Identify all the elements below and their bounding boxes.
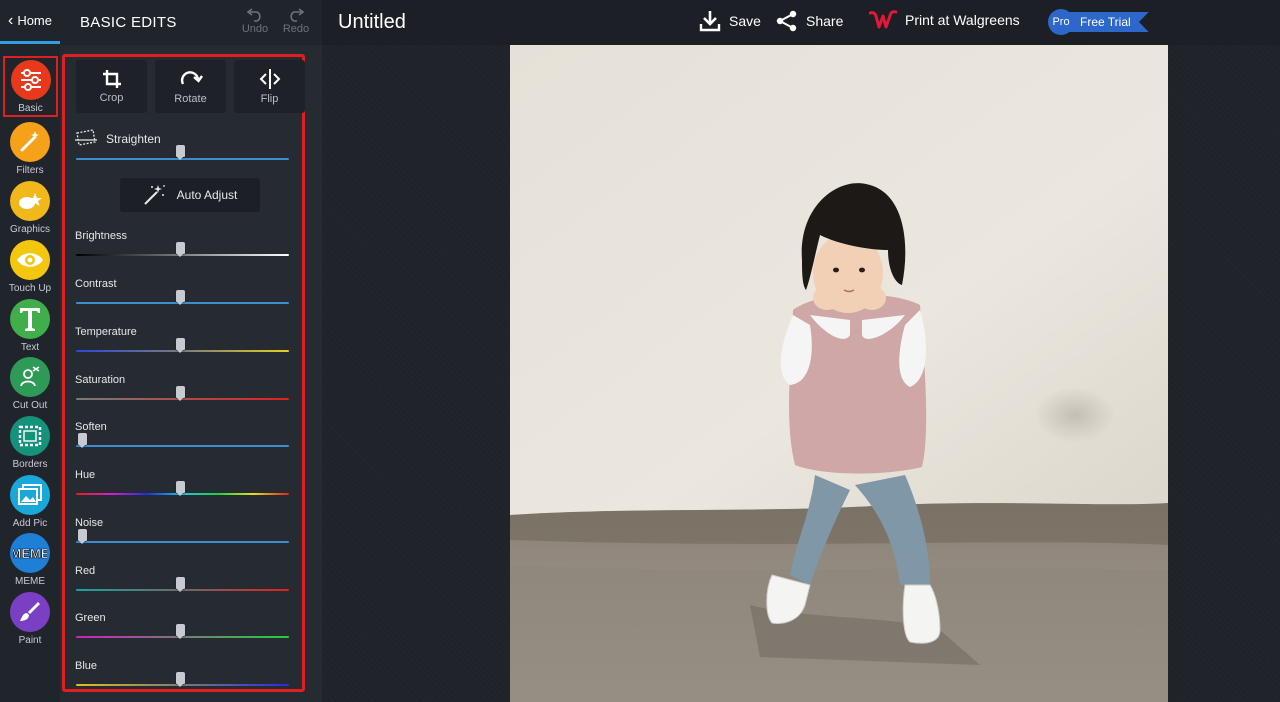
free-trial-ribbon: Free Trial xyxy=(1068,12,1149,32)
text-t-icon xyxy=(10,299,50,339)
crop-button[interactable]: Crop xyxy=(76,60,147,113)
green-label: Green xyxy=(75,612,106,624)
crop-icon xyxy=(102,70,121,88)
cutout-person-icon xyxy=(10,357,50,397)
tool-add-pic[interactable]: Add Pic xyxy=(4,473,56,531)
temperature-slider-thumb[interactable] xyxy=(176,338,185,353)
tool-label: Add Pic xyxy=(12,518,48,529)
noise-label: Noise xyxy=(75,517,104,529)
blue-slider-thumb[interactable] xyxy=(176,672,185,687)
redo-button[interactable]: Redo xyxy=(279,6,313,40)
hue-slider-thumb[interactable] xyxy=(176,481,185,496)
rotate-label: Rotate xyxy=(174,93,207,105)
brightness-label: Brightness xyxy=(75,230,127,242)
straighten-label: Straighten xyxy=(106,132,161,146)
tool-label: Paint xyxy=(18,635,42,646)
contrast-label: Contrast xyxy=(75,278,117,290)
stars-icon xyxy=(10,181,50,221)
flip-button[interactable]: Flip xyxy=(234,60,305,113)
auto-adjust-button[interactable]: Auto Adjust xyxy=(120,178,260,212)
document-title[interactable]: Untitled xyxy=(338,11,406,34)
share-icon xyxy=(776,10,797,32)
redo-label: Redo xyxy=(282,23,310,35)
tool-text[interactable]: Text xyxy=(4,297,56,355)
auto-adjust-label: Auto Adjust xyxy=(176,188,238,202)
border-frame-icon xyxy=(10,416,50,456)
save-label: Save xyxy=(729,13,761,29)
blue-label: Blue xyxy=(75,660,98,672)
soften-slider-track[interactable] xyxy=(76,445,289,447)
home-button[interactable]: ‹ Home xyxy=(0,0,60,44)
pro-free-trial-button[interactable]: Pro Free Trial xyxy=(1048,9,1149,35)
rotate-icon xyxy=(180,71,203,85)
home-label: Home xyxy=(17,13,52,28)
magic-wand-icon xyxy=(10,122,50,162)
save-button[interactable]: Save xyxy=(699,10,761,32)
pro-badge: Pro xyxy=(1048,9,1074,35)
temperature-label: Temperature xyxy=(75,326,137,338)
tool-label: Touch Up xyxy=(8,283,52,294)
straighten-slider-thumb[interactable] xyxy=(176,145,185,160)
tool-label: Graphics xyxy=(9,224,50,235)
rotate-button[interactable]: Rotate xyxy=(155,60,226,113)
share-button[interactable]: Share xyxy=(776,10,843,32)
tool-borders[interactable]: Borders xyxy=(4,414,56,472)
tool-label: MEME xyxy=(15,576,45,587)
red-label: Red xyxy=(75,565,96,577)
tool-filters[interactable]: Filters xyxy=(4,120,56,178)
tool-label: Filters xyxy=(16,165,44,176)
paint-brush-icon xyxy=(10,592,50,632)
red-slider-thumb[interactable] xyxy=(176,577,185,592)
print-label: Print at Walgreens xyxy=(905,12,1020,28)
sliders-icon xyxy=(10,60,51,100)
brightness-slider-thumb[interactable] xyxy=(176,242,185,257)
undo-button[interactable]: Undo xyxy=(238,6,272,40)
magic-wand-icon xyxy=(143,185,165,205)
noise-slider-track[interactable] xyxy=(76,541,289,543)
noise-slider-thumb[interactable] xyxy=(78,529,87,544)
tool-label: Borders xyxy=(12,459,48,470)
eye-icon xyxy=(10,240,50,280)
meme-icon: MEME xyxy=(10,533,50,573)
soften-label: Soften xyxy=(75,421,107,433)
tool-basic[interactable]: Basic xyxy=(3,56,58,117)
tool-graphics[interactable]: Graphics xyxy=(4,179,56,237)
flip-label: Flip xyxy=(260,93,279,105)
chevron-left-icon: ‹ xyxy=(7,11,14,29)
tool-label: Cut Out xyxy=(12,400,48,411)
tool-cut-out[interactable]: Cut Out xyxy=(4,355,56,413)
redo-icon xyxy=(290,8,305,22)
photo-girl-illustration xyxy=(510,45,1168,702)
tool-touch-up[interactable]: Touch Up xyxy=(4,238,56,296)
add-picture-icon xyxy=(10,475,50,515)
crop-label: Crop xyxy=(99,92,124,104)
hue-label: Hue xyxy=(75,469,96,481)
download-icon xyxy=(699,11,721,32)
panel-title: BASIC EDITS xyxy=(80,14,177,31)
soften-slider-thumb[interactable] xyxy=(78,433,87,448)
walgreens-logo-icon xyxy=(869,10,897,29)
svg-text:MEME: MEME xyxy=(13,546,47,561)
tool-paint[interactable]: Paint xyxy=(4,590,56,648)
saturation-slider-thumb[interactable] xyxy=(176,386,185,401)
straighten-icon xyxy=(75,129,97,146)
undo-icon xyxy=(246,8,261,22)
saturation-label: Saturation xyxy=(75,374,126,386)
tool-meme[interactable]: MEME MEME xyxy=(4,531,56,589)
undo-label: Undo xyxy=(241,23,269,35)
contrast-slider-thumb[interactable] xyxy=(176,290,185,305)
tool-label: Basic xyxy=(18,103,43,114)
tool-label: Text xyxy=(20,342,40,353)
photo-image[interactable] xyxy=(510,45,1168,702)
panel-header: BASIC EDITS Undo Redo xyxy=(60,0,322,45)
print-walgreens-button[interactable]: Print at Walgreens xyxy=(869,10,1020,30)
green-slider-thumb[interactable] xyxy=(176,624,185,639)
share-label: Share xyxy=(806,13,844,29)
flip-icon xyxy=(259,69,280,89)
